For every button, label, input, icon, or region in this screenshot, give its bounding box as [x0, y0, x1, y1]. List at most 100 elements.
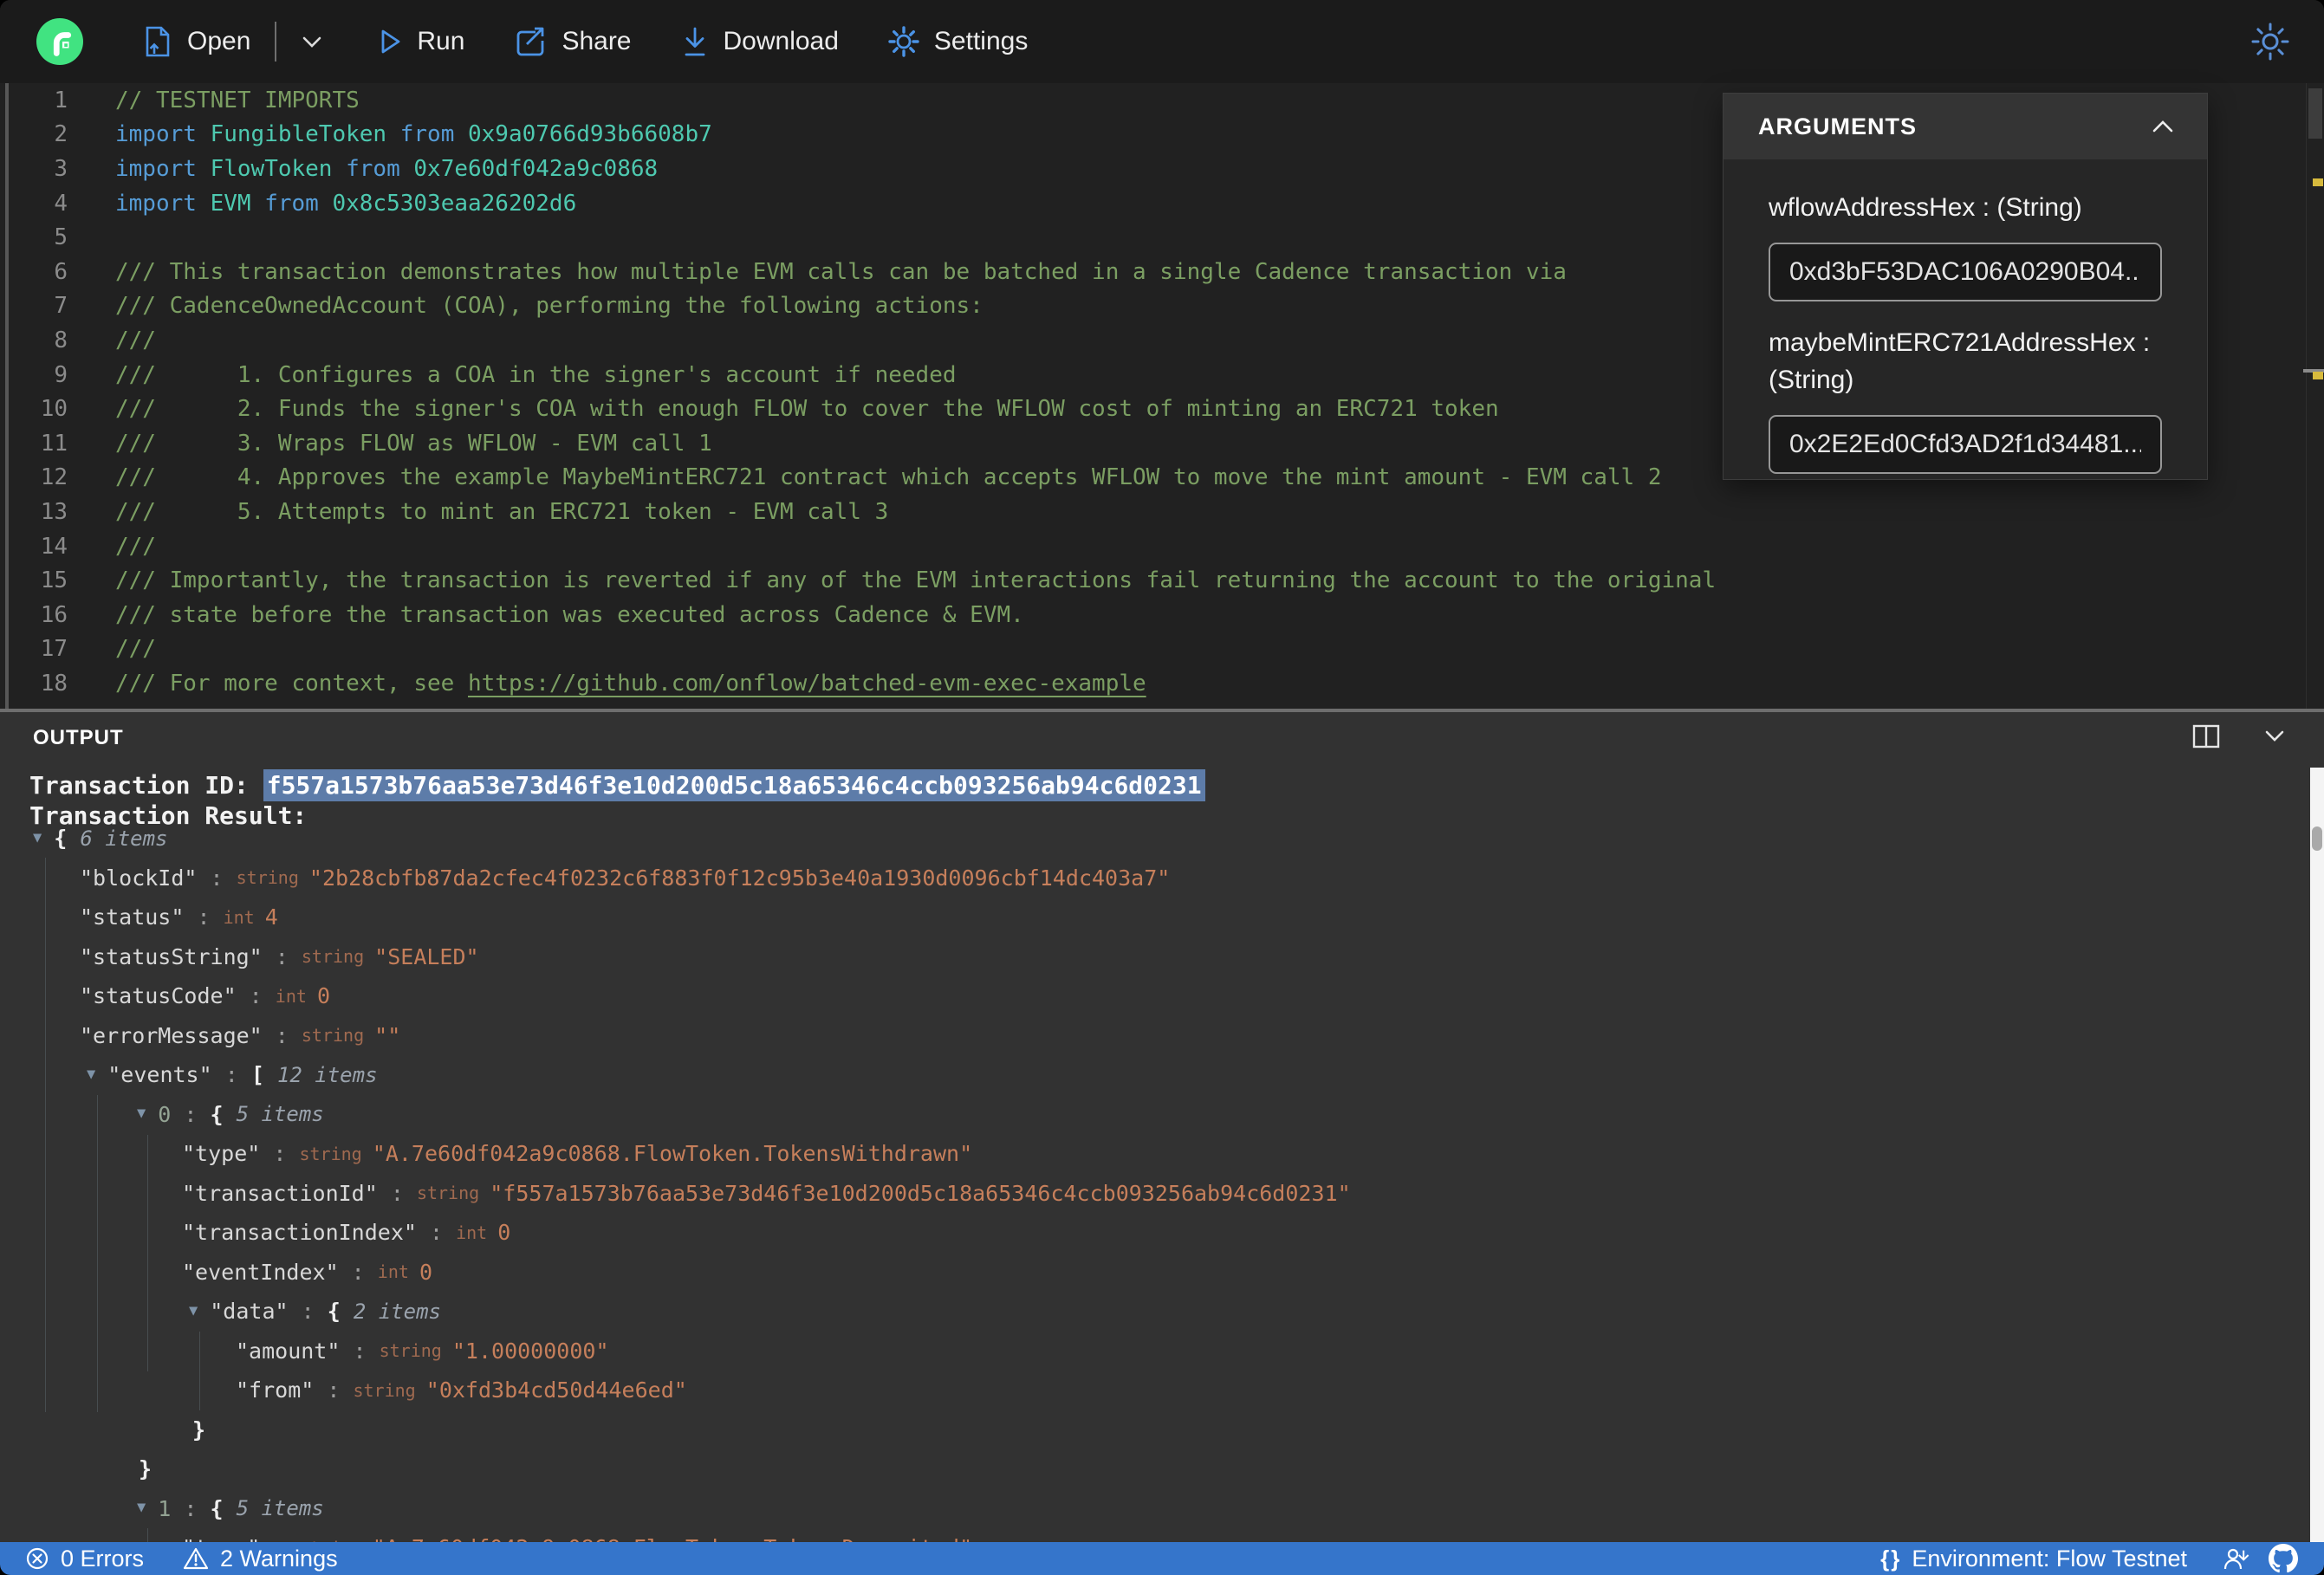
tree-row: "statusString" : string "SEALED" [80, 943, 479, 969]
chevron-down-icon [303, 36, 321, 48]
errors-status[interactable]: 0 Errors [24, 1546, 144, 1572]
code-text: // TESTNET IMPORTS [115, 87, 360, 113]
line-number: 17 [40, 636, 68, 663]
sun-icon [2251, 23, 2289, 61]
chevron-up-icon[interactable] [2148, 117, 2178, 136]
open-file-icon [146, 26, 170, 57]
argument-label: maybeMintERC721AddressHex : (String) [1769, 327, 2151, 395]
output-scrollbar-thumb[interactable] [2312, 826, 2322, 851]
errors-label: 0 Errors [61, 1545, 145, 1572]
code-text: /// CadenceOwnedAccount (COA), performin… [115, 293, 983, 320]
toolbar: Open Run Share Download Settings [0, 0, 2324, 83]
code-text: /// 4. Approves the example MaybeMintERC… [115, 464, 1662, 491]
tree-row: ▼{ 6 items [33, 826, 168, 852]
share-icon [517, 27, 544, 56]
line-number: 1 [54, 87, 68, 113]
collapse-output-chevron-icon[interactable] [2260, 726, 2289, 747]
tree-row: ▼ 0 : { 5 items [137, 1101, 324, 1127]
tree-row: "type" : string "A.7e60df042a9c0868.Flow… [182, 1141, 973, 1167]
arguments-fields: wflowAddressHex : (String) maybeMintERC72… [1724, 159, 2207, 496]
playground-window: Open Run Share Download Settings 1 // TE… [0, 0, 2324, 1575]
open-label: Open [187, 27, 251, 55]
environment-label: Environment: Flow Testnet [1912, 1545, 2187, 1572]
flow-logo-glyph [53, 32, 72, 56]
tree-row: "type" : string "A.7e60df042a9c0868.Flow… [0, 1528, 2303, 1542]
theme-toggle-button[interactable] [2248, 19, 2293, 68]
feedback-person-icon [2223, 1548, 2249, 1570]
download-button[interactable]: Download [678, 23, 839, 60]
transaction-id-label: Transaction ID: [29, 771, 263, 800]
open-button[interactable]: Open [140, 23, 250, 60]
code-text: /// [115, 533, 156, 560]
arguments-title: ARGUMENTS [1758, 113, 1917, 139]
tree-row: "transactionIndex" : int 0 [182, 1220, 511, 1246]
gear-icon [888, 26, 919, 57]
line-number: 9 [54, 361, 68, 388]
output-panel: OUTPUT Transaction ID: f557a1573b76aa53e… [0, 712, 2324, 1542]
tree-row: "from" : string "0xfd3b4cd50d44e6ed" [236, 1377, 687, 1403]
warnings-status[interactable]: 2 Warnings [182, 1546, 338, 1572]
run-label: Run [417, 27, 465, 55]
code-link[interactable]: https://github.com/onflow/batched-evm-ex… [468, 671, 1146, 697]
code-line: 14 /// [0, 529, 2305, 564]
collapse-triangle-icon[interactable]: ▼ [189, 1302, 198, 1319]
line-number: 13 [40, 498, 68, 525]
warning-marker [2313, 178, 2323, 186]
argument-input[interactable] [1769, 242, 2162, 301]
braces-icon: {} [1880, 1545, 1902, 1572]
output-scrollbar[interactable] [2310, 768, 2324, 1542]
environment-status[interactable]: {} Environment: Flow Testnet [1880, 1546, 2187, 1572]
code-line: 13 /// 5. Attempts to mint an ERC721 toke… [0, 495, 2305, 529]
argument-input[interactable] [1769, 414, 2162, 474]
code-editor[interactable]: 1 // TESTNET IMPORTS 2 import FungibleToken… [0, 83, 2324, 709]
download-label: Download [723, 27, 839, 55]
line-number: 4 [54, 190, 68, 217]
feedback-button[interactable] [2222, 1546, 2253, 1572]
tree-row: "status" : int 4 [80, 904, 278, 930]
tree-row: "errorMessage" : string "" [80, 1022, 401, 1048]
status-bar: 0 Errors 2 Warnings {} Environment: Flow… [0, 1542, 2324, 1575]
tree-row: "statusCode" : int 0 [80, 983, 331, 1009]
argument-label: wflowAddressHex : (String) [1769, 193, 2082, 222]
collapse-triangle-icon[interactable]: ▼ [137, 1499, 146, 1516]
tree-row: } [139, 1456, 153, 1482]
code-text: /// 1. Configures a COA in the signer's … [115, 361, 957, 388]
editor-scrollbar[interactable] [2303, 83, 2324, 709]
line-number: 5 [54, 224, 68, 251]
output-title: OUTPUT [33, 726, 124, 749]
run-button[interactable]: Run [375, 25, 464, 58]
collapse-triangle-icon[interactable]: ▼ [33, 829, 42, 846]
line-number: 2 [54, 121, 68, 148]
share-button[interactable]: Share [511, 23, 632, 60]
transaction-id-value[interactable]: f557a1573b76aa53e73d46f3e10d200d5c18a653… [263, 769, 1205, 801]
collapse-triangle-icon[interactable]: ▼ [137, 1105, 146, 1122]
settings-button[interactable]: Settings [886, 23, 1028, 60]
share-label: Share [562, 27, 632, 55]
arguments-panel: ARGUMENTS wflowAddressHex : (String) mayb… [1723, 93, 2208, 480]
code-text: import FungibleToken from 0x9a0766d93b66… [115, 121, 712, 148]
line-number: 16 [40, 601, 68, 628]
warning-marker [2313, 372, 2323, 379]
code-text: /// 3. Wraps FLOW as WFLOW - EVM call 1 [115, 430, 712, 457]
code-line: 15 /// Importantly, the transaction is re… [0, 563, 2305, 598]
tree-row: ▼ 1 : { 5 items [137, 1495, 324, 1521]
code-text: /// 2. Funds the signer's COA with enoug… [115, 396, 1499, 423]
tree-row: "amount" : string "1.00000000" [236, 1338, 609, 1364]
flow-logo-icon[interactable] [36, 18, 83, 65]
tree-row: ▼ "events" : [ 12 items [87, 1062, 378, 1088]
line-number: 11 [40, 430, 68, 457]
tree-row: "blockId" : string "2b28cbfb87da2cfec4f0… [80, 865, 1171, 891]
code-text: /// [115, 327, 156, 353]
transaction-id-line: Transaction ID: f557a1573b76aa53e73d46f3… [29, 769, 1205, 801]
editor-scrollbar-thumb[interactable] [2308, 88, 2322, 139]
split-editor-icon[interactable] [2191, 723, 2222, 750]
open-dropdown-button[interactable] [297, 31, 327, 52]
line-number: 10 [40, 396, 68, 423]
collapse-triangle-icon[interactable]: ▼ [87, 1066, 95, 1083]
json-tree: ▼{ 6 items "blockId" : string "2b28cbfb87… [0, 819, 2303, 1542]
arguments-panel-header[interactable]: ARGUMENTS [1724, 94, 2207, 159]
github-button[interactable] [2269, 1544, 2298, 1573]
toolbar-divider [275, 22, 277, 62]
code-text: import FlowToken from 0x7e60df042a9c0868 [115, 155, 659, 182]
code-text: /// This transaction demonstrates how mu… [115, 258, 1567, 285]
